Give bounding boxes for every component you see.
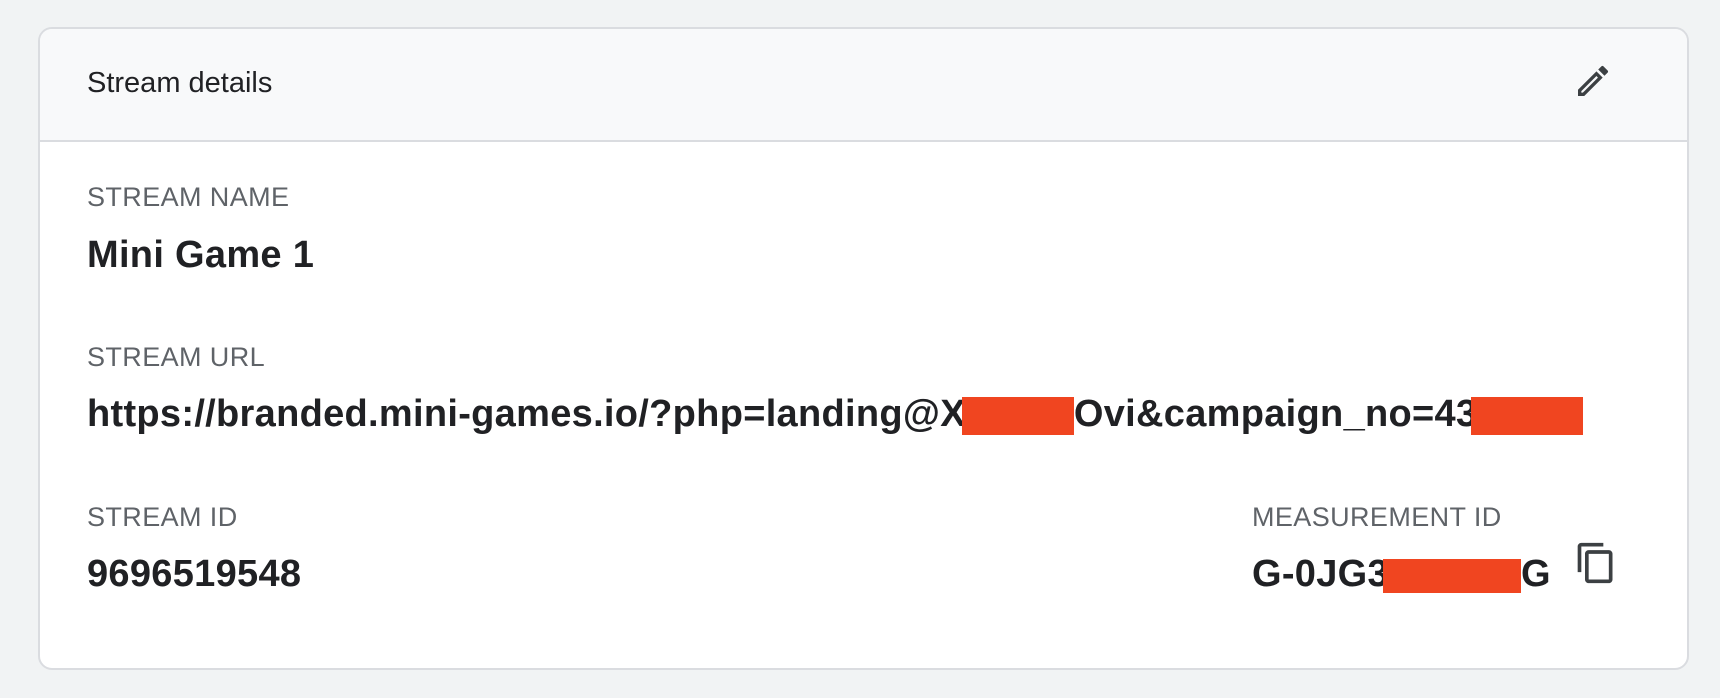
stream-url-part1: https://branded.mini-games.io/?php=landi… (87, 393, 966, 435)
copy-icon (1574, 541, 1618, 590)
measurement-id-label: MEASUREMENT ID (1252, 502, 1502, 532)
stream-details-card: Stream details STREAM NAME Mini Game 1 S… (38, 27, 1689, 670)
stream-id-label: STREAM ID (87, 502, 238, 532)
redaction-block (1382, 558, 1521, 593)
edit-button[interactable] (1567, 57, 1619, 109)
copy-button[interactable] (1570, 539, 1622, 591)
pencil-icon (1573, 61, 1613, 106)
measurement-id-suffix: G (1520, 553, 1551, 595)
stream-name-value: Mini Game 1 (87, 234, 315, 276)
stream-url-part2: Ovi&campaign_no=43 (1073, 393, 1478, 435)
stream-url-value: https://branded.mini-games.io/?php=landi… (87, 391, 1584, 437)
stream-name-label: STREAM NAME (87, 182, 290, 212)
redaction-block (961, 396, 1074, 435)
measurement-id-prefix: G-0JG3 (1252, 553, 1389, 595)
stream-url-label: STREAM URL (87, 342, 266, 372)
card-header: Stream details (40, 29, 1687, 142)
card-title: Stream details (87, 67, 273, 99)
redaction-block (1471, 396, 1584, 435)
stream-id-value: 9696519548 (87, 553, 302, 595)
measurement-id-value: G-0JG3 G (1252, 551, 1551, 597)
